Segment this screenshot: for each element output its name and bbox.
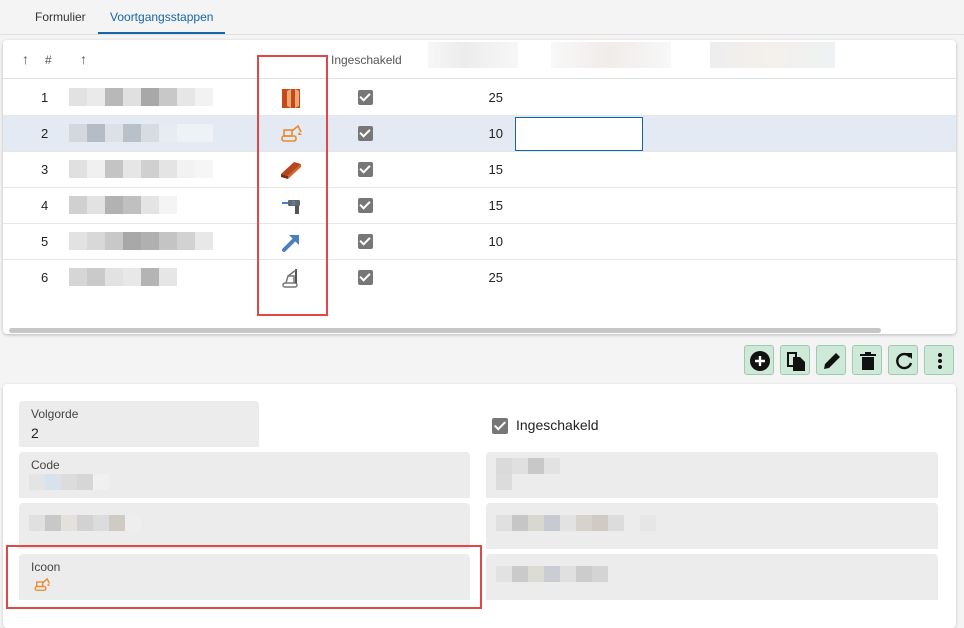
copy-button[interactable]: [780, 345, 810, 375]
redacted-field[interactable]: [486, 452, 938, 498]
redacted-name: [69, 124, 213, 142]
enabled-checkbox[interactable]: [358, 90, 373, 105]
table-row[interactable]: 1 25: [3, 80, 956, 116]
enabled-checkbox[interactable]: [358, 270, 373, 285]
redacted-value: [496, 515, 656, 531]
row-number: 4: [41, 198, 49, 213]
volgorde-value: 2: [31, 425, 39, 441]
column-header-number[interactable]: #: [45, 53, 52, 67]
enabled-checkbox[interactable]: [358, 126, 373, 141]
ingeschakeld-label: Ingeschakeld: [516, 417, 599, 433]
more-icon: [938, 353, 942, 369]
steps-grid: ↑ # ↑ Ingeschakeld 1 25 2 10 3 15 4 15 5…: [3, 40, 956, 334]
row-number: 6: [41, 270, 49, 285]
horizontal-scrollbar[interactable]: [9, 328, 881, 333]
enabled-checkbox[interactable]: [358, 162, 373, 177]
table-row[interactable]: 5 10: [3, 224, 956, 260]
table-row[interactable]: 6 25: [3, 260, 956, 296]
code-label: Code: [31, 458, 60, 472]
row-number: 1: [41, 90, 49, 105]
redacted-value: [29, 515, 141, 531]
redacted-header: [428, 42, 518, 68]
redacted-name: [69, 268, 177, 286]
redacted-name: [69, 88, 213, 106]
add-button[interactable]: [744, 345, 774, 375]
redacted-name: [69, 232, 213, 250]
volgorde-label: Volgorde: [31, 407, 79, 421]
sort-arrow-icon[interactable]: ↑: [80, 51, 87, 67]
cell-editor-input[interactable]: [515, 117, 643, 151]
row-number: 2: [41, 126, 49, 141]
refresh-button[interactable]: [888, 345, 918, 375]
enabled-checkbox[interactable]: [358, 198, 373, 213]
row-number: 5: [41, 234, 49, 249]
copy-icon: [787, 352, 805, 371]
redacted-value: [496, 458, 560, 474]
row-value: 10: [488, 234, 503, 249]
row-value: 25: [488, 90, 503, 105]
redacted-header: [551, 42, 671, 68]
table-row[interactable]: 4 15: [3, 188, 956, 224]
more-button[interactable]: [924, 345, 954, 375]
redacted-code: [29, 474, 109, 490]
column-header-enabled[interactable]: Ingeschakeld: [331, 53, 402, 67]
edit-icon: [824, 353, 840, 369]
redacted-name: [69, 160, 213, 178]
tab-formulier[interactable]: Formulier: [23, 0, 98, 34]
redacted-field[interactable]: [486, 554, 938, 600]
code-field[interactable]: Code: [19, 452, 470, 498]
tab-voortgangsstappen[interactable]: Voortgangsstappen: [98, 0, 226, 34]
row-value: 25: [488, 270, 503, 285]
icon-column-highlight: [257, 55, 328, 316]
ingeschakeld-checkbox[interactable]: [492, 418, 508, 434]
icoon-field-highlight: [6, 545, 482, 609]
add-icon: [750, 351, 770, 371]
table-row[interactable]: 3 15: [3, 152, 956, 188]
redacted-name: [69, 196, 177, 214]
delete-icon: [860, 352, 876, 370]
redacted-field[interactable]: [486, 503, 938, 549]
row-value: 10: [488, 126, 503, 141]
volgorde-field[interactable]: Volgorde 2: [19, 401, 259, 447]
enabled-checkbox[interactable]: [358, 234, 373, 249]
grid-header: ↑ # ↑ Ingeschakeld: [3, 40, 956, 79]
edit-button[interactable]: [816, 345, 846, 375]
redacted-value: [496, 566, 608, 582]
row-value: 15: [488, 162, 503, 177]
redacted-header: [710, 42, 835, 68]
refresh-icon: [896, 352, 913, 370]
table-row-selected[interactable]: 2 10: [3, 116, 956, 152]
redacted-field[interactable]: [19, 503, 470, 549]
sort-arrow-icon[interactable]: ↑: [22, 51, 29, 67]
tab-bar: Formulier Voortgangsstappen: [0, 0, 964, 35]
row-number: 3: [41, 162, 49, 177]
redacted-value: [496, 474, 512, 490]
row-value: 15: [488, 198, 503, 213]
delete-button[interactable]: [852, 345, 882, 375]
